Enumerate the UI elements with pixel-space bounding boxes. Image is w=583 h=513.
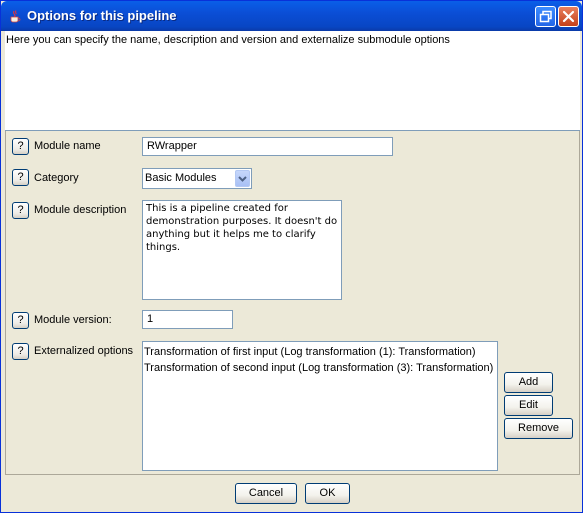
ok-button[interactable]: OK (305, 483, 350, 504)
module-version-input[interactable]: 1 (142, 310, 233, 329)
externalized-options-help-button[interactable]: ? (12, 343, 29, 360)
window-title: Options for this pipeline (27, 8, 177, 23)
description-line: This is a pipeline created for (146, 203, 288, 214)
module-name-help-button[interactable]: ? (12, 138, 29, 155)
externalized-options-label: Externalized options (34, 345, 134, 357)
category-selected-value: Basic Modules (145, 172, 217, 184)
description-pane: Here you can specify the name, descripti… (5, 31, 580, 131)
description-line: demonstration purposes. It doesn't do (146, 216, 338, 227)
category-label: Category (34, 172, 79, 184)
list-item[interactable]: Transformation of second input (Log tran… (144, 360, 496, 376)
cancel-button[interactable]: Cancel (235, 483, 297, 504)
module-description-label: Module description (34, 204, 127, 216)
description-text: Here you can specify the name, descripti… (6, 34, 450, 46)
category-help-button[interactable]: ? (12, 169, 29, 186)
category-select[interactable]: Basic Modules (142, 168, 252, 189)
module-name-input[interactable]: RWrapper (142, 137, 393, 156)
close-button[interactable] (558, 6, 579, 27)
module-version-help-button[interactable]: ? (12, 312, 29, 329)
remove-option-button[interactable]: Remove (504, 418, 573, 439)
module-description-textarea[interactable]: This is a pipeline created for demonstra… (142, 200, 342, 300)
pipeline-options-dialog: Options for this pipeline Here you can s… (0, 0, 583, 513)
java-cup-icon (8, 9, 22, 23)
restore-button[interactable] (535, 6, 556, 27)
edit-option-button[interactable]: Edit (504, 395, 553, 416)
title-bar[interactable]: Options for this pipeline (1, 1, 582, 31)
restore-icon (539, 10, 552, 23)
description-line: anything but it helps me to clarify thin… (146, 229, 316, 253)
module-description-help-button[interactable]: ? (12, 202, 29, 219)
close-icon (562, 10, 575, 23)
module-name-label: Module name (34, 140, 101, 152)
module-version-label: Module version: (34, 314, 112, 326)
add-option-button[interactable]: Add (504, 372, 553, 393)
externalized-options-list[interactable]: Transformation of first input (Log trans… (142, 341, 498, 471)
list-item[interactable]: Transformation of first input (Log trans… (144, 344, 496, 360)
chevron-down-icon[interactable] (235, 170, 250, 187)
